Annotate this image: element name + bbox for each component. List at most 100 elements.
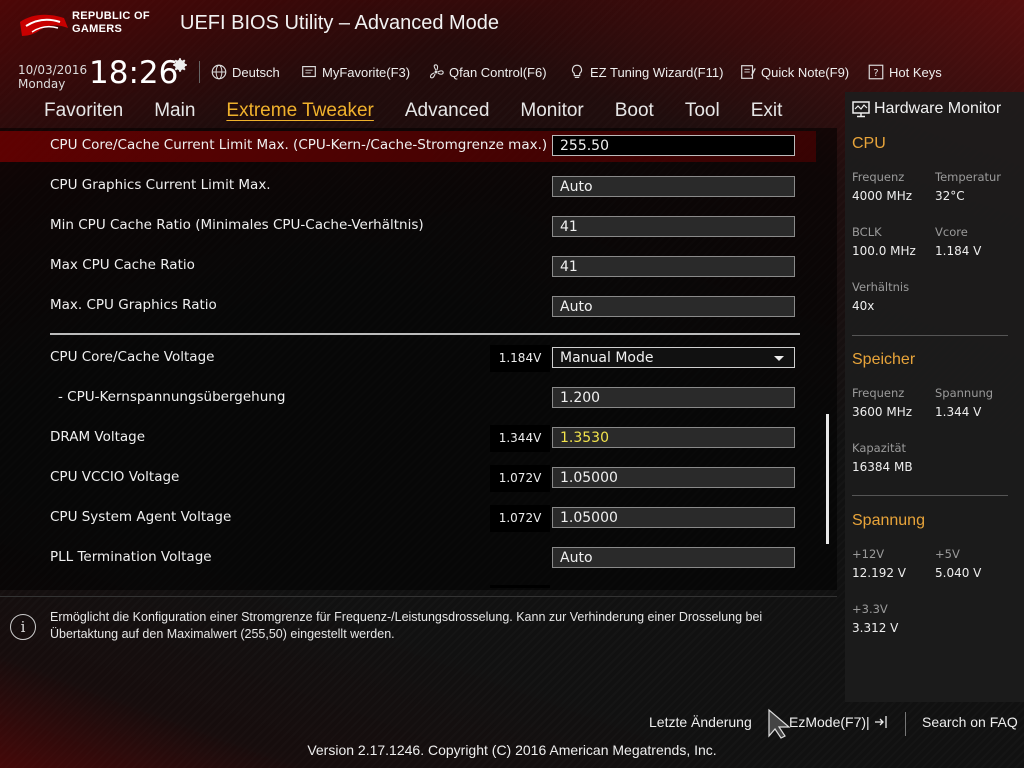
hw-33v-value: 3.312 V xyxy=(852,621,899,635)
hot-keys-button[interactable]: ? Hot Keys xyxy=(867,62,942,82)
setting-label-core-cache-current-limit[interactable]: CPU Core/Cache Current Limit Max. (CPU-K… xyxy=(50,137,547,153)
setting-label-vccio-voltage[interactable]: CPU VCCIO Voltage xyxy=(50,469,179,485)
hw-voltage-heading: Spannung xyxy=(852,512,925,529)
tab-extreme-tweaker[interactable]: Extreme Tweaker xyxy=(226,100,373,122)
fan-icon xyxy=(429,64,444,79)
max-graphics-ratio-input[interactable]: Auto xyxy=(552,296,795,317)
hw-vcore-label: Vcore xyxy=(935,225,968,239)
ezmode-button[interactable]: EzMode(F7)| xyxy=(789,714,888,730)
svg-text:?: ? xyxy=(873,68,878,79)
core-cache-current-limit-input[interactable]: 255.50 xyxy=(552,135,795,156)
hot-keys-label: Hot Keys xyxy=(889,64,942,80)
tab-exit[interactable]: Exit xyxy=(751,100,783,122)
chevron-down-icon xyxy=(774,356,784,361)
hw-ratio-value: 40x xyxy=(852,299,875,313)
ezmode-label: EzMode(F7)| xyxy=(789,714,870,730)
dram-voltage-input[interactable]: 1.3530 xyxy=(552,427,795,448)
hw-cpu-temp-label: Temperatur xyxy=(935,170,1002,184)
system-agent-voltage-reading: 1.072V xyxy=(490,505,550,532)
hw-bclk-value: 100.0 MHz xyxy=(852,244,916,258)
system-agent-voltage-input[interactable]: 1.05000 xyxy=(552,507,795,528)
window-title: UEFI BIOS Utility – Advanced Mode xyxy=(180,12,500,34)
hw-cpu-freq-value: 4000 MHz xyxy=(852,189,913,203)
tab-monitor[interactable]: Monitor xyxy=(520,100,583,122)
question-icon: ? xyxy=(868,64,884,80)
tab-advanced[interactable]: Advanced xyxy=(405,100,490,122)
exit-arrow-icon xyxy=(874,716,887,728)
vccio-voltage-reading: 1.072V xyxy=(490,465,550,492)
main-menu: Favoriten Main Extreme Tweaker Advanced … xyxy=(44,100,813,122)
footer-divider xyxy=(905,712,906,736)
section-divider xyxy=(50,333,800,335)
graphics-current-limit-input[interactable]: Auto xyxy=(552,176,795,197)
vccio-voltage-input[interactable]: 1.05000 xyxy=(552,467,795,488)
note-icon xyxy=(741,65,756,79)
setting-label-core-voltage-override[interactable]: - CPU-Kernspannungsübergehung xyxy=(58,389,285,405)
myfavorite-button[interactable]: MyFavorite(F3) xyxy=(300,62,410,82)
pll-termination-voltage-input[interactable]: Auto xyxy=(552,547,795,568)
hw-5v-label: +5V xyxy=(935,547,960,561)
hw-cpu-heading: CPU xyxy=(852,135,886,152)
hw-vcore-value: 1.184 V xyxy=(935,244,982,258)
hw-cpu-temp-value: 32°C xyxy=(935,189,965,203)
hw-mem-volt-value: 1.344 V xyxy=(935,405,982,419)
hw-mem-freq-label: Frequenz xyxy=(852,386,905,400)
core-cache-voltage-reading: 1.184V xyxy=(490,345,550,372)
last-change-button[interactable]: Letzte Änderung xyxy=(649,714,752,730)
core-voltage-override-input[interactable]: 1.200 xyxy=(552,387,795,408)
hw-mem-cap-label: Kapazität xyxy=(852,441,907,455)
core-cache-voltage-mode-select[interactable]: Manual Mode xyxy=(552,347,795,368)
hw-12v-label: +12V xyxy=(852,547,885,561)
qfan-label: Qfan Control(F6) xyxy=(449,64,547,80)
time-display: 18:26 xyxy=(89,55,179,91)
date-display: 10/03/2016 Monday xyxy=(18,63,87,91)
setting-label-system-agent-voltage[interactable]: CPU System Agent Voltage xyxy=(50,509,231,525)
monitor-icon xyxy=(852,100,870,117)
max-cache-ratio-input[interactable]: 41 xyxy=(552,256,795,277)
hw-mem-freq-value: 3600 MHz xyxy=(852,405,913,419)
help-text: Ermöglicht die Konfiguration einer Strom… xyxy=(50,610,763,641)
settings-scrollbar[interactable] xyxy=(826,414,829,544)
ez-tuning-button[interactable]: EZ Tuning Wizard(F11) xyxy=(568,62,723,82)
hw-bclk-label: BCLK xyxy=(852,225,882,239)
logo-line-2: GAMERS xyxy=(72,23,123,35)
setting-label-max-cache-ratio[interactable]: Max CPU Cache Ratio xyxy=(50,257,195,273)
globe-icon xyxy=(211,64,227,80)
tab-main[interactable]: Main xyxy=(154,100,195,122)
hw-5v-value: 5.040 V xyxy=(935,566,982,580)
setting-label-max-graphics-ratio[interactable]: Max. CPU Graphics Ratio xyxy=(50,297,217,313)
hw-mem-volt-label: Spannung xyxy=(935,386,994,400)
day: Monday xyxy=(18,77,66,91)
min-cache-ratio-input[interactable]: 41 xyxy=(552,216,795,237)
next-row-stub xyxy=(490,585,550,588)
logo-line-1: REPUBLIC OF xyxy=(72,10,150,22)
setting-label-dram-voltage[interactable]: DRAM Voltage xyxy=(50,429,145,445)
tab-tool[interactable]: Tool xyxy=(685,100,720,122)
hw-33v-label: +3.3V xyxy=(852,602,888,616)
search-faq-button[interactable]: Search on FAQ xyxy=(922,714,1018,730)
setting-label-min-cache-ratio[interactable]: Min CPU Cache Ratio (Minimales CPU-Cache… xyxy=(50,217,424,233)
qfan-button[interactable]: Qfan Control(F6) xyxy=(427,62,547,82)
language-label: Deutsch xyxy=(232,64,280,80)
quick-note-button[interactable]: Quick Note(F9) xyxy=(739,62,849,82)
setting-label-core-cache-voltage[interactable]: CPU Core/Cache Voltage xyxy=(50,349,214,365)
bulb-icon xyxy=(571,64,583,78)
hw-ratio-label: Verhältnis xyxy=(852,280,910,294)
hw-mem-cap-value: 16384 MB xyxy=(852,460,913,474)
setting-label-graphics-current-limit[interactable]: CPU Graphics Current Limit Max. xyxy=(50,177,271,193)
tab-boot[interactable]: Boot xyxy=(615,100,654,122)
date: 10/03/2016 xyxy=(18,63,88,77)
tab-favoriten[interactable]: Favoriten xyxy=(44,100,123,122)
language-button[interactable]: Deutsch xyxy=(210,62,280,82)
hw-cpu-freq-label: Frequenz xyxy=(852,170,905,184)
hw-separator-2 xyxy=(852,495,1008,496)
logo-text: REPUBLIC OF GAMERS xyxy=(72,10,150,36)
hardware-monitor-title: Hardware Monitor xyxy=(852,100,1001,118)
core-cache-voltage-mode-value: Manual Mode xyxy=(560,350,654,366)
hardware-monitor-title-text: Hardware Monitor xyxy=(874,100,1002,117)
gear-icon[interactable] xyxy=(171,56,189,74)
help-divider xyxy=(0,596,837,597)
hw-12v-value: 12.192 V xyxy=(852,566,907,580)
quick-note-label: Quick Note(F9) xyxy=(761,64,850,80)
setting-label-pll-termination-voltage[interactable]: PLL Termination Voltage xyxy=(50,549,212,565)
